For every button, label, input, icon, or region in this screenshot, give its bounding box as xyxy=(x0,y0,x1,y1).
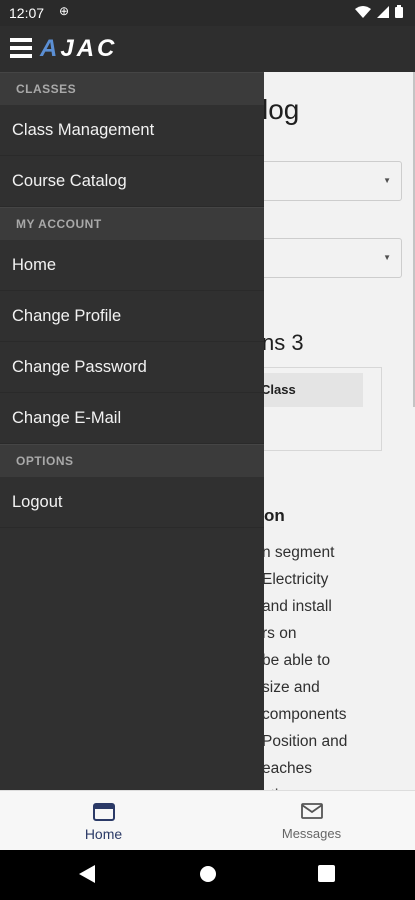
home-icon[interactable] xyxy=(199,865,217,883)
cell-signal-icon xyxy=(377,5,389,18)
data-saver-icon: ⊕ xyxy=(59,4,70,18)
back-icon[interactable] xyxy=(79,865,95,883)
status-icons xyxy=(355,5,403,18)
drawer-item-change-password[interactable]: Change Password xyxy=(0,342,264,393)
drawer-section-my-account: MY ACCOUNT xyxy=(0,207,264,240)
navigation-drawer: CLASSES Class Management Course Catalog … xyxy=(0,72,264,790)
drawer-item-home[interactable]: Home xyxy=(0,240,264,291)
drawer-section-classes: CLASSES xyxy=(0,72,264,105)
drawer-section-options: OPTIONS xyxy=(0,444,264,477)
wifi-icon xyxy=(355,5,371,18)
battery-icon xyxy=(395,5,403,18)
logo-prefix: A xyxy=(40,35,61,62)
logo-text: JAC xyxy=(60,35,118,62)
drawer-item-logout[interactable]: Logout xyxy=(0,477,264,528)
drawer-item-change-profile[interactable]: Change Profile xyxy=(0,291,264,342)
drawer-item-class-management[interactable]: Class Management xyxy=(0,105,264,156)
recents-icon[interactable] xyxy=(318,865,335,883)
tab-messages[interactable]: Messages xyxy=(208,791,415,851)
drawer-item-change-email[interactable]: Change E-Mail xyxy=(0,393,264,444)
system-navigation-bar xyxy=(0,850,415,900)
menu-icon[interactable] xyxy=(10,38,32,58)
tab-home-label: Home xyxy=(84,826,123,842)
tab-messages-label: Messages xyxy=(281,826,342,841)
status-bar: 12:07 ⊕ xyxy=(0,0,415,26)
bottom-navigation: Home Messages xyxy=(0,790,415,851)
tab-home[interactable]: Home xyxy=(0,791,207,851)
app-bar: AJAC xyxy=(0,26,415,72)
status-time: 12:07 xyxy=(9,5,45,21)
browser-window-icon xyxy=(92,803,115,821)
drawer-item-course-catalog[interactable]: Course Catalog xyxy=(0,156,264,207)
mail-icon xyxy=(300,803,323,819)
app-logo: AJAC xyxy=(40,35,117,63)
